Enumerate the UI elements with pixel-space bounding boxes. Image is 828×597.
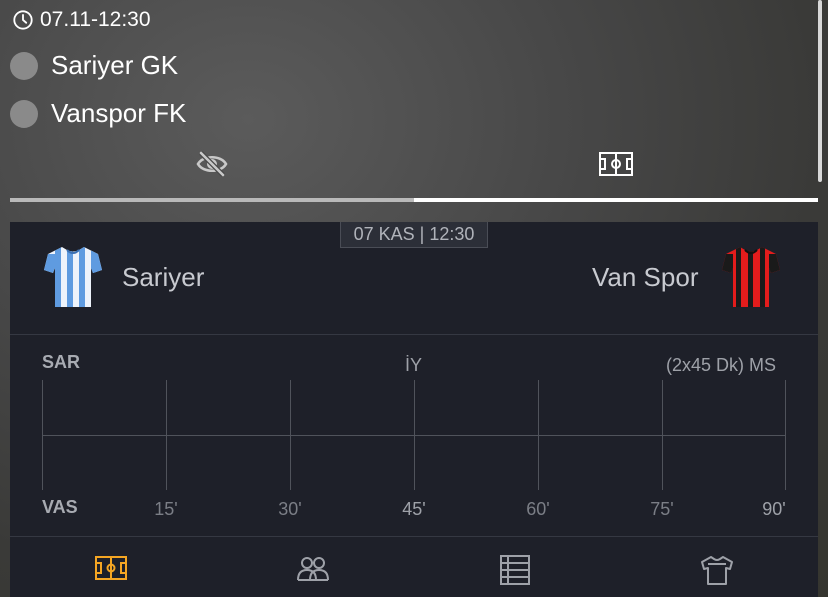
team-logo-placeholder	[10, 99, 38, 128]
match-header: 07.11-12:30 Sariyer GK Vanspor FK	[0, 0, 828, 205]
minute-label: 45'	[402, 499, 426, 519]
lineup-icon	[297, 557, 329, 581]
team-row-home[interactable]: Sariyer GK	[10, 50, 178, 81]
view-tabs	[10, 140, 818, 202]
team-name-away: Vanspor FK	[51, 98, 187, 128]
half-time-label: İY	[405, 355, 423, 375]
team-name-home: Sariyer GK	[51, 50, 179, 80]
tab-pitch[interactable]	[414, 140, 818, 202]
match-time: 07.11-12:30	[12, 8, 151, 32]
tab-indicator	[414, 198, 818, 202]
scrollbar[interactable]	[818, 0, 822, 182]
minute-label: 15'	[154, 499, 178, 519]
nav-standings[interactable]	[414, 537, 616, 597]
full-time-label: (2x45 Dk) MS	[666, 355, 777, 375]
match-date-badge: 07 KAS | 12:30	[340, 222, 488, 248]
home-abbr: SAR	[42, 352, 81, 372]
tab-indicator	[10, 198, 414, 202]
clock-icon	[13, 10, 33, 30]
minute-label: 75'	[650, 499, 674, 519]
away-abbr: VAS	[42, 497, 78, 517]
red-black-striped-shirt-icon	[722, 247, 780, 307]
match-datetime: 07.11-12:30	[40, 8, 151, 31]
blue-white-striped-shirt-icon	[44, 247, 102, 307]
match-timeline: SAR İY (2x45 Dk) MS VAS 15' 30' 45' 60' …	[10, 334, 818, 536]
match-panel: 07 KAS | 12:30 Sariyer Van Spor SAR İY (…	[10, 222, 818, 597]
nav-lineup[interactable]	[212, 537, 414, 597]
nav-pitch[interactable]	[10, 537, 212, 597]
shirt-icon	[701, 556, 733, 585]
minute-label: 60'	[526, 499, 550, 519]
eye-slash-icon	[196, 151, 228, 177]
away-team-name: Van Spor	[592, 262, 699, 292]
standings-icon	[500, 555, 530, 585]
timeline-axis	[42, 435, 786, 436]
minute-label: 90'	[762, 499, 786, 519]
home-team-name: Sariyer	[122, 262, 205, 292]
tab-hide[interactable]	[10, 140, 414, 202]
pitch-icon	[599, 152, 633, 176]
bottom-nav	[10, 537, 818, 597]
nav-kits[interactable]	[616, 537, 818, 597]
team-logo-placeholder	[10, 51, 38, 80]
pitch-icon	[95, 556, 127, 580]
minute-label: 30'	[278, 499, 302, 519]
team-row-away[interactable]: Vanspor FK	[10, 98, 186, 129]
